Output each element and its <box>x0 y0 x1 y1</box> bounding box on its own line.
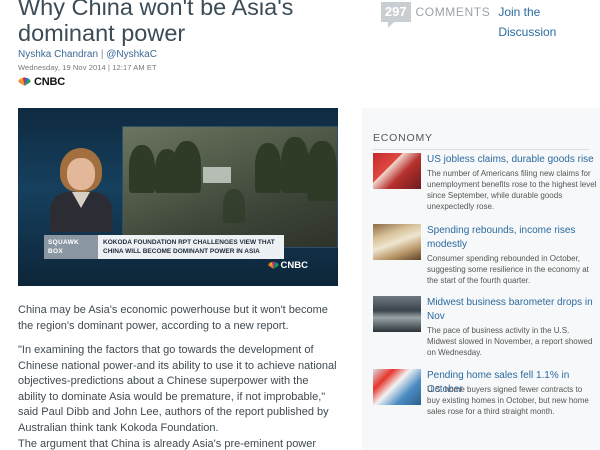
comment-count-badge[interactable]: 297 <box>381 2 411 28</box>
story-title[interactable]: Midwest business barometer drops in Nov <box>427 296 597 324</box>
story-summary: The number of Americans filing new claim… <box>427 169 597 211</box>
author-link[interactable]: Nyshka Chandran <box>18 49 98 60</box>
article-paragraph: "In examining the factors that go toward… <box>18 344 337 434</box>
byline: Nyshka Chandran | @NyshkaC <box>18 49 157 60</box>
story-thumbnail[interactable] <box>373 296 421 332</box>
article-paragraph: The argument that China is already Asia'… <box>18 438 317 450</box>
article-headline: Why China won't be Asia's dominant power <box>18 0 294 46</box>
cnbc-logo[interactable]: CNBC <box>18 76 65 88</box>
ticker-text: KOKODA FOUNDATION RPT CHALLENGES VIEW TH… <box>98 235 284 259</box>
article-paragraph: China may be Asia's economic powerhouse … <box>18 304 328 332</box>
story-title[interactable]: Spending rebounds, income rises modestly <box>427 224 597 252</box>
story-summary: The pace of business activity in the U.S… <box>427 326 593 357</box>
lower-third: SQUAWK BOX KOKODA FOUNDATION RPT CHALLEN… <box>44 235 284 259</box>
cnbc-wordmark: CNBC <box>34 76 65 88</box>
section-title-economy[interactable]: ECONOMY <box>373 132 433 144</box>
byline-separator: | <box>100 49 104 60</box>
video-cnbc-logo: CNBC <box>267 260 308 271</box>
author-handle-link[interactable]: @NyshkaC <box>106 49 157 60</box>
section-divider <box>373 149 589 150</box>
video-inset-soldiers <box>122 126 338 248</box>
article-dateline: Wednesday, 19 Nov 2014 | 12:17 AM ET <box>18 63 157 72</box>
peacock-icon <box>18 77 31 86</box>
story-title[interactable]: US jobless claims, durable goods rise <box>427 153 597 167</box>
peacock-icon <box>267 261 279 269</box>
video-cnbc-wordmark: CNBC <box>280 260 308 271</box>
story-summary: U.S. home buyers signed fewer contracts … <box>427 385 589 416</box>
comments-bar: 297 COMMENTS Join the Discussion <box>381 2 600 42</box>
story-thumbnail[interactable] <box>373 224 421 260</box>
video-player[interactable]: SQUAWK BOX KOKODA FOUNDATION RPT CHALLEN… <box>18 108 338 286</box>
comments-label[interactable]: COMMENTS <box>416 2 491 22</box>
show-name: SQUAWK BOX <box>44 235 98 259</box>
story-summary: Consumer spending rebounded in October, … <box>427 254 589 285</box>
news-anchor <box>50 148 112 232</box>
story-thumbnail[interactable] <box>373 369 421 405</box>
join-discussion-link[interactable]: Join the Discussion <box>498 2 600 42</box>
story-thumbnail[interactable] <box>373 153 421 189</box>
economy-sidebar: ECONOMY US jobless claims, durable goods… <box>362 108 600 450</box>
